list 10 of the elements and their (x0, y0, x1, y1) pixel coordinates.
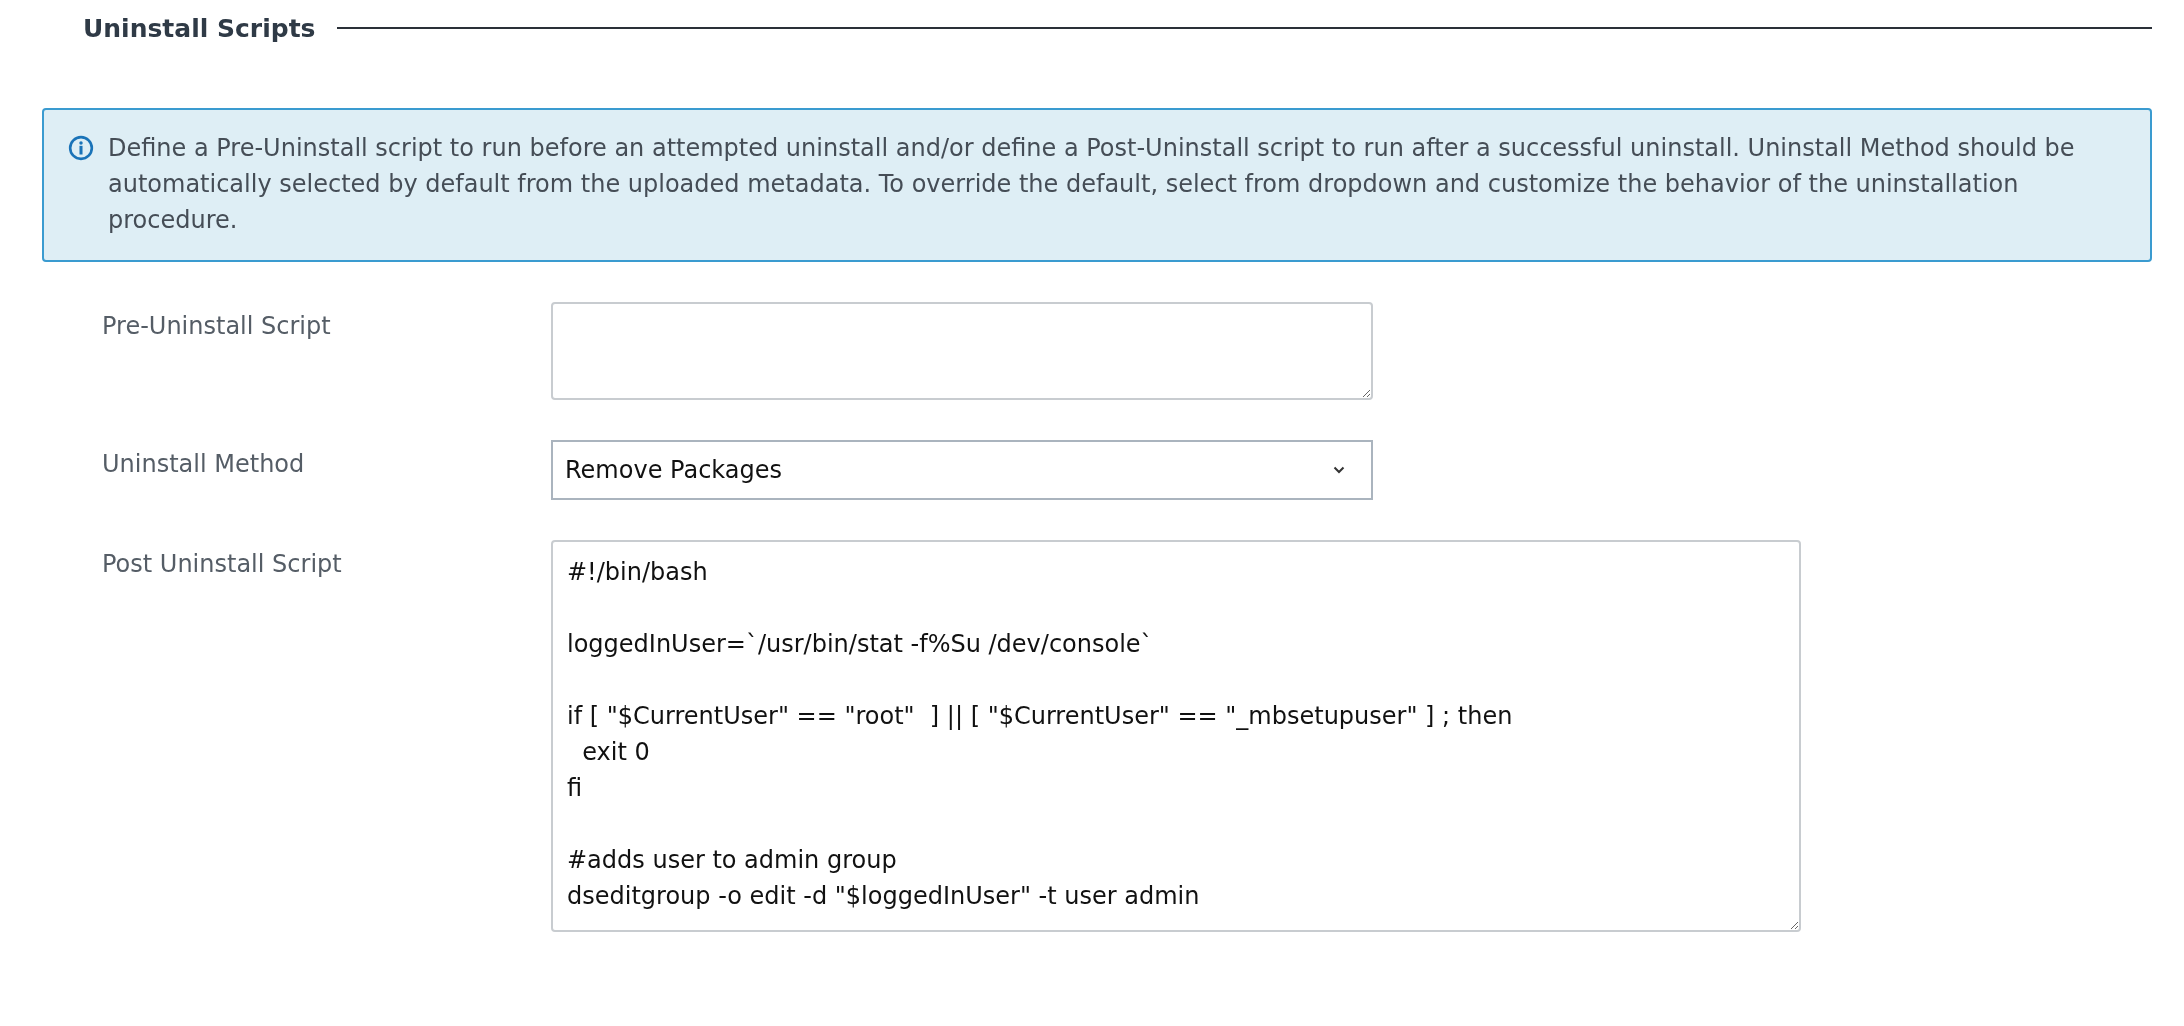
section-title: Uninstall Scripts (83, 13, 316, 43)
field-label: Post Uninstall Script (102, 549, 343, 578)
uninstall-method-select[interactable]: Remove Packages (551, 440, 1373, 500)
field-label: Pre-Uninstall Script (102, 311, 332, 340)
field-label: Uninstall Method (102, 449, 306, 478)
script-textarea[interactable] (551, 302, 1373, 400)
chevron-down-icon (1333, 466, 1345, 474)
script-textarea[interactable]: #!/bin/bash loggedInUser=`/usr/bin/stat -f%Su /dev/console` if [ "$CurrentUser" == "root" ] || [ "$CurrentUser" == "_mbsetupuser" ] ; then exit 0 fi #adds user to admin group dseditgroup -o edit -d "$loggedInUser" -t user admin (551, 540, 1801, 932)
info-icon (68, 135, 94, 161)
info-text: Define a Pre-Uninstall script to run before an attempted uninstall and/or define a Post-Uninstall script to run after a successful uninstall. Uninstall Method should be automatically selected by default from the uploaded metadata. To override the default, select from dropdown and customize the behavior of the uninstallation procedure. (108, 133, 2076, 236)
